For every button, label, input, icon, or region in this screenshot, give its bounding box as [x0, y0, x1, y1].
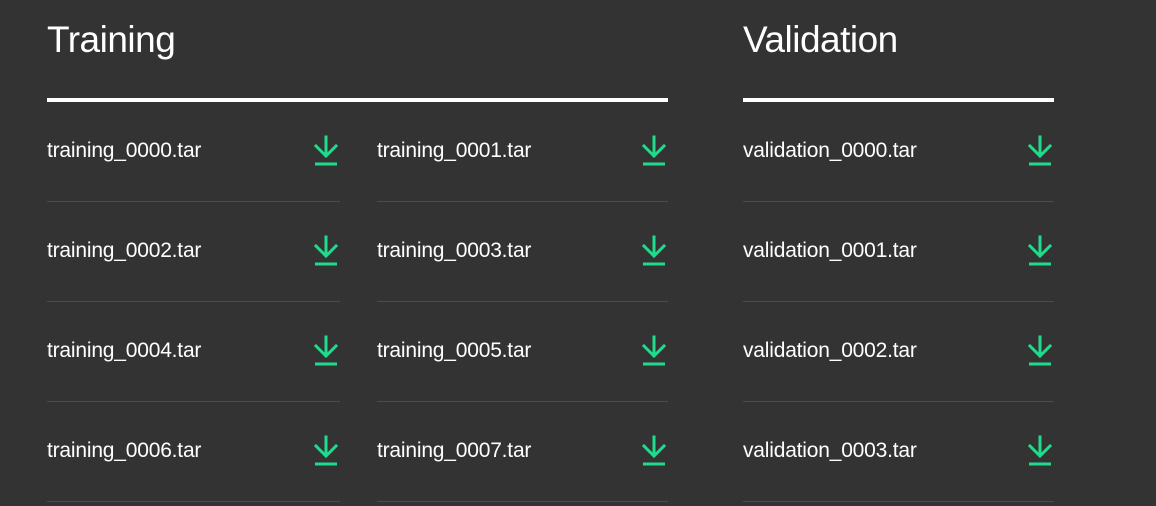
file-name[interactable]: training_0002.tar [47, 239, 201, 263]
download-icon[interactable] [641, 335, 667, 367]
training-title: Training [47, 19, 176, 60]
file-download-item[interactable]: validation_0002.tar [743, 302, 1054, 402]
file-name[interactable]: validation_0001.tar [743, 239, 917, 263]
download-icon[interactable] [1027, 335, 1053, 367]
file-download-item[interactable]: training_0003.tar [377, 202, 668, 302]
validation-file-list: validation_0000.tar validation_0001.tarva… [743, 102, 1054, 502]
file-download-item[interactable]: training_0007.tar [377, 402, 668, 502]
file-name[interactable]: training_0001.tar [377, 139, 531, 163]
download-icon[interactable] [1027, 235, 1053, 267]
download-icon[interactable] [313, 235, 339, 267]
download-icon[interactable] [641, 135, 667, 167]
file-name[interactable]: training_0007.tar [377, 439, 531, 463]
file-name[interactable]: training_0003.tar [377, 239, 531, 263]
file-name[interactable]: training_0000.tar [47, 139, 201, 163]
file-download-item[interactable]: training_0005.tar [377, 302, 668, 402]
download-icon[interactable] [641, 435, 667, 467]
file-download-item[interactable]: training_0000.tar [47, 102, 340, 202]
file-name[interactable]: training_0006.tar [47, 439, 201, 463]
file-name[interactable]: training_0004.tar [47, 339, 201, 363]
file-download-item[interactable]: validation_0001.tar [743, 202, 1054, 302]
file-download-item[interactable]: validation_0000.tar [743, 102, 1054, 202]
file-name[interactable]: validation_0002.tar [743, 339, 917, 363]
file-download-item[interactable]: training_0001.tar [377, 102, 668, 202]
download-icon[interactable] [641, 235, 667, 267]
download-icon[interactable] [313, 335, 339, 367]
downloads-page: Training training_0000.tar training_0001.… [0, 0, 1156, 506]
file-download-item[interactable]: training_0004.tar [47, 302, 340, 402]
file-name[interactable]: validation_0000.tar [743, 139, 917, 163]
download-icon[interactable] [313, 435, 339, 467]
validation-title: Validation [743, 19, 898, 60]
download-icon[interactable] [313, 135, 339, 167]
file-download-item[interactable]: training_0006.tar [47, 402, 340, 502]
download-icon[interactable] [1027, 135, 1053, 167]
file-name[interactable]: training_0005.tar [377, 339, 531, 363]
file-name[interactable]: validation_0003.tar [743, 439, 917, 463]
training-file-list: training_0000.tar training_0001.tartraini… [47, 102, 668, 502]
file-download-item[interactable]: training_0002.tar [47, 202, 340, 302]
file-download-item[interactable]: validation_0003.tar [743, 402, 1054, 502]
download-icon[interactable] [1027, 435, 1053, 467]
